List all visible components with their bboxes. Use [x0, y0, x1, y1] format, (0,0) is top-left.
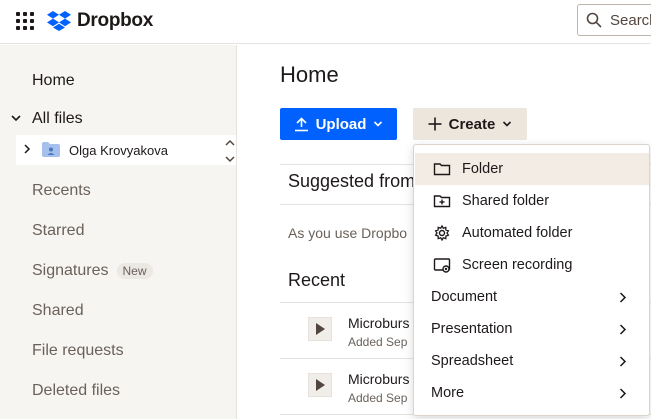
sidebar-item-label: Recents: [32, 182, 91, 199]
file-meta: Added Sep: [348, 335, 408, 349]
menu-item-label: More: [431, 385, 465, 401]
sidebar-item-label: Signatures New: [32, 262, 153, 280]
sidebar-item-starred[interactable]: Starred: [0, 213, 236, 249]
new-badge: New: [116, 263, 153, 279]
sidebar-item-all-files[interactable]: All files: [0, 101, 236, 137]
search-box[interactable]: [577, 4, 651, 36]
gear-icon: [434, 224, 450, 242]
sidebar-item-home[interactable]: Home: [0, 63, 236, 99]
sidebar: Home All files Olga Krovyakova Recents S…: [0, 45, 237, 419]
video-thumbnail: [308, 317, 332, 341]
scroll-arrows-icon[interactable]: [224, 137, 236, 165]
sidebar-item-shared[interactable]: Shared: [0, 293, 236, 329]
upload-label: Upload: [315, 115, 367, 133]
menu-item-document[interactable]: Document: [415, 281, 649, 313]
chevron-right-icon: [619, 388, 627, 399]
recent-heading: Recent: [288, 270, 346, 290]
signatures-label: Signatures: [32, 262, 109, 279]
top-bar: Dropbox: [0, 0, 651, 44]
brand-name: Dropbox: [77, 10, 154, 31]
sidebar-item-label: Deleted files: [32, 382, 121, 399]
tree-item-olga-krovyakova[interactable]: Olga Krovyakova: [16, 135, 236, 165]
sidebar-item-recents[interactable]: Recents: [0, 173, 236, 209]
video-thumbnail: [308, 373, 332, 397]
file-meta: Added Sep: [348, 391, 408, 405]
menu-item-label: Shared folder: [462, 193, 550, 209]
menu-item-label: Automated folder: [462, 225, 573, 241]
chevron-right-icon[interactable]: [22, 144, 32, 154]
menu-item-folder[interactable]: Folder: [415, 153, 649, 185]
app-grid-icon[interactable]: [16, 12, 34, 30]
menu-item-screen-recording[interactable]: Screen recording: [415, 249, 649, 281]
sidebar-item-label: Home: [32, 72, 75, 89]
file-name[interactable]: Microburs: [348, 315, 409, 331]
folder-icon: [433, 163, 451, 176]
sidebar-item-signatures[interactable]: Signatures New: [0, 253, 236, 289]
upload-icon: [294, 116, 308, 131]
chevron-right-icon: [619, 356, 627, 367]
page-title: Home: [280, 62, 339, 87]
menu-item-automated-folder[interactable]: Automated folder: [415, 217, 649, 249]
dropbox-logo[interactable]: Dropbox: [47, 9, 153, 33]
play-icon: [316, 323, 325, 335]
shared-folder-icon: [42, 142, 60, 157]
menu-item-label: Presentation: [431, 321, 513, 337]
chevron-right-icon: [619, 324, 627, 335]
suggested-text: As you use Dropbo: [288, 225, 408, 241]
create-menu: Folder Shared folder Automated folder Sc…: [413, 144, 650, 416]
menu-item-shared-folder[interactable]: Shared folder: [415, 185, 649, 217]
shared-folder-icon: [433, 195, 451, 208]
menu-item-label: Folder: [462, 161, 504, 177]
menu-item-spreadsheet[interactable]: Spreadsheet: [415, 345, 649, 377]
chevron-down-icon: [503, 121, 512, 127]
plus-icon: [428, 117, 442, 131]
sidebar-item-label: File requests: [32, 342, 124, 359]
create-button[interactable]: Create: [413, 108, 527, 140]
sidebar-item-label: All files: [32, 110, 83, 127]
chevron-down-icon[interactable]: [10, 112, 22, 124]
suggested-heading: Suggested from: [288, 171, 416, 191]
sidebar-item-label: Shared: [32, 302, 84, 319]
file-name[interactable]: Microburs: [348, 371, 409, 387]
chevron-down-icon: [374, 121, 383, 127]
chevron-right-icon: [619, 292, 627, 303]
menu-item-label: Screen recording: [462, 257, 573, 273]
create-label: Create: [448, 115, 496, 133]
dropbox-icon: [47, 11, 71, 31]
menu-item-presentation[interactable]: Presentation: [415, 313, 649, 345]
sidebar-item-file-requests[interactable]: File requests: [0, 333, 236, 369]
sidebar-item-label: Starred: [32, 222, 85, 239]
screen-recording-icon: [433, 258, 451, 273]
menu-item-label: Document: [431, 289, 498, 305]
upload-button[interactable]: Upload: [280, 108, 397, 140]
menu-item-more[interactable]: More: [415, 377, 649, 409]
search-icon: [586, 12, 602, 28]
tree-item-label: Olga Krovyakova: [69, 142, 168, 158]
sidebar-item-deleted-files[interactable]: Deleted files: [0, 373, 236, 409]
search-input[interactable]: [610, 11, 651, 29]
menu-item-label: Spreadsheet: [431, 353, 514, 369]
play-icon: [316, 379, 325, 391]
